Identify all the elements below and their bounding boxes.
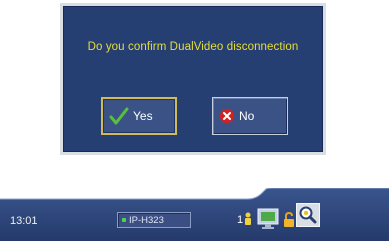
connection-label: IP-H323 [129,214,164,226]
close-icon [219,108,235,124]
status-dot-icon [122,218,126,222]
taskbar-background [0,188,389,241]
yes-label: Yes [133,109,153,123]
confirm-dialog: Do you confirm DualVideo disconnection Y… [60,3,326,155]
no-button[interactable]: No [212,97,288,135]
monitor-icon[interactable] [257,208,279,235]
dialog-body: Do you confirm DualVideo disconnection Y… [63,6,323,152]
taskbar: 13:01 IP-H323 1 [0,188,389,241]
magnifier-icon[interactable] [296,203,320,232]
no-label: No [239,109,255,123]
dialog-message: Do you confirm DualVideo disconnection [87,41,299,53]
check-icon [109,106,129,126]
connection-status[interactable]: IP-H323 [117,212,191,228]
lock-icon[interactable] [283,211,295,233]
clock: 13:01 [10,215,38,227]
svg-text:1: 1 [237,214,243,226]
endpoint-count-icon[interactable]: 1 [237,210,253,233]
yes-button[interactable]: Yes [101,97,177,135]
